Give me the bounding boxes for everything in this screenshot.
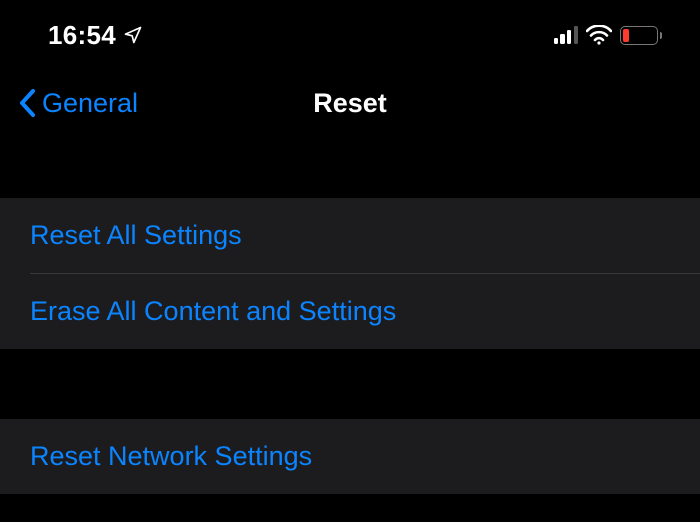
list-item-label: Reset Network Settings bbox=[30, 441, 312, 471]
back-label: General bbox=[42, 88, 138, 119]
status-right bbox=[554, 25, 662, 45]
status-time: 16:54 bbox=[48, 20, 116, 51]
page-title: Reset bbox=[313, 88, 387, 119]
reset-network-settings-item[interactable]: Reset Network Settings bbox=[0, 419, 700, 494]
section-spacer bbox=[0, 349, 700, 419]
section-spacer bbox=[0, 136, 700, 198]
list-group: Reset All Settings Erase All Content and… bbox=[0, 198, 700, 349]
reset-all-settings-item[interactable]: Reset All Settings bbox=[0, 198, 700, 273]
list-group: Reset Network Settings bbox=[0, 419, 700, 494]
list-item-label: Reset All Settings bbox=[30, 220, 242, 250]
wifi-icon bbox=[586, 25, 612, 45]
cellular-signal-icon bbox=[554, 26, 578, 44]
list-item-label: Erase All Content and Settings bbox=[30, 296, 396, 326]
status-left: 16:54 bbox=[48, 20, 143, 51]
chevron-left-icon bbox=[18, 88, 38, 118]
back-button[interactable]: General bbox=[18, 88, 138, 119]
status-bar: 16:54 bbox=[0, 0, 700, 70]
nav-bar: General Reset bbox=[0, 70, 700, 136]
erase-all-content-item[interactable]: Erase All Content and Settings bbox=[0, 274, 700, 349]
battery-icon bbox=[620, 26, 662, 45]
location-arrow-icon bbox=[123, 25, 143, 45]
